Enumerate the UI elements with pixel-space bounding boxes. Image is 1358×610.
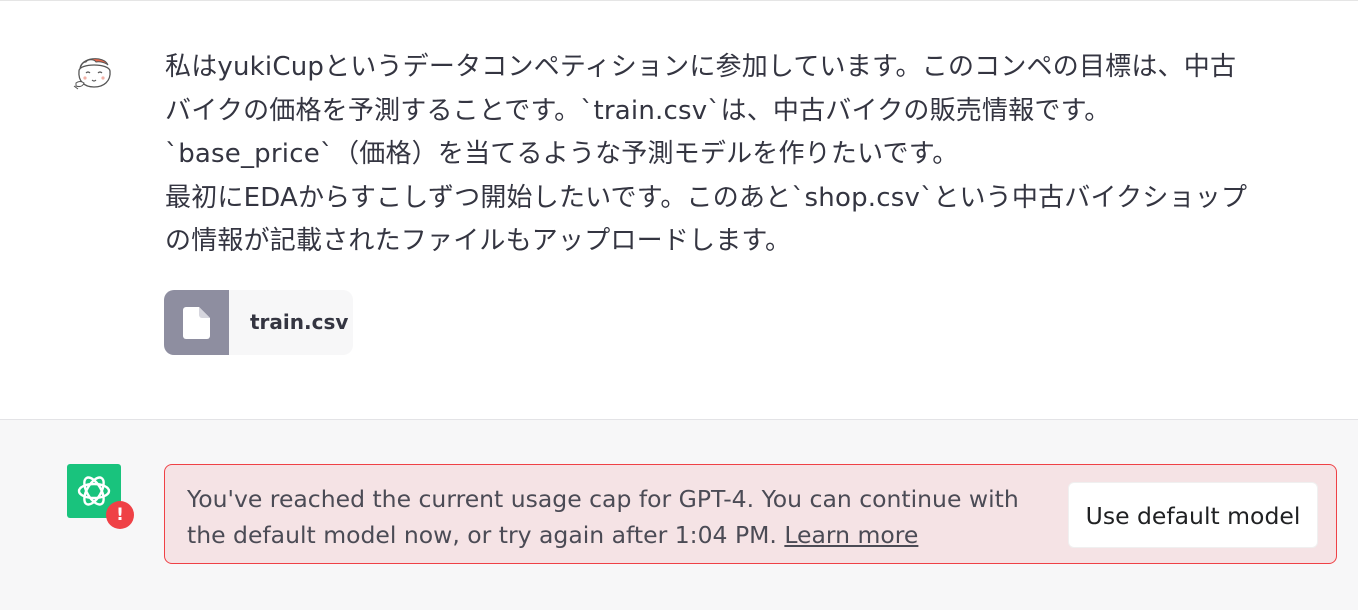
- learn-more-link[interactable]: Learn more: [784, 521, 918, 549]
- usage-cap-error-box: You've reached the current usage cap for…: [164, 464, 1337, 564]
- assistant-message-row: ! You've reached the current usage cap f…: [0, 420, 1358, 610]
- file-icon-box: [164, 290, 229, 355]
- user-message-row: 私はyukiCupというデータコンペティションに参加しています。このコンペの目標…: [0, 1, 1358, 419]
- warning-badge: !: [106, 501, 134, 529]
- user-message-line: 最初にEDAからすこしずつ開始したいです。このあと`shop.csv`という中古…: [165, 182, 1248, 213]
- file-name: train.csv: [250, 310, 349, 334]
- file-icon: [183, 307, 210, 339]
- user-message-text: 私はyukiCupというデータコンペティションに参加しています。このコンペの目標…: [165, 46, 1345, 264]
- user-message-line: の情報が記載されたファイルもアップロードします。: [165, 226, 792, 256]
- user-message-line: `base_price`（価格）を当てるような予測モデルを作りたいです。: [165, 139, 959, 169]
- user-avatar-icon: [70, 49, 118, 97]
- user-message-line: 私はyukiCupというデータコンペティションに参加しています。このコンペの目標…: [165, 52, 1237, 82]
- use-default-model-button[interactable]: Use default model: [1068, 482, 1318, 548]
- user-message-line: バイクの価格を予測することです。`train.csv`は、中古バイクの販売情報で…: [165, 95, 1111, 126]
- file-attachment-chip[interactable]: train.csv: [164, 290, 353, 355]
- error-message: You've reached the current usage cap for…: [187, 481, 1047, 553]
